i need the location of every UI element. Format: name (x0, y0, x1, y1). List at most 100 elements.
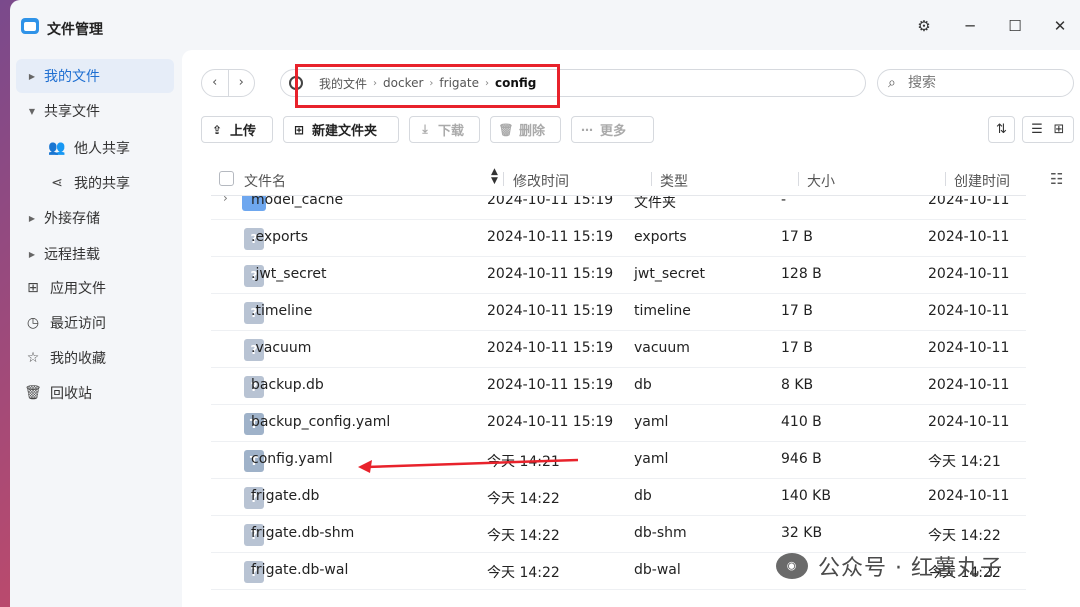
column-settings-icon[interactable]: ☷ (1050, 170, 1063, 188)
title-bar: 文件管理 ⚙ ─ ☐ ✕ (10, 0, 1080, 50)
sidebar-item-external-storage[interactable]: ▶ 外接存储 (16, 201, 174, 235)
cell-name: backup_config.yaml (251, 414, 391, 430)
trash-icon: 🗑 (498, 122, 514, 137)
cell-type: exports (634, 229, 687, 245)
cell-created: 2024-10-11 (928, 229, 1010, 245)
minimize-icon[interactable]: ─ (961, 17, 979, 35)
list-view-icon[interactable]: ☰ (1026, 117, 1048, 142)
watermark-text: 公众号 · 红薯丸子 (818, 556, 1003, 581)
column-header-size[interactable]: 大小 (807, 171, 835, 191)
refresh-icon[interactable] (289, 76, 303, 90)
column-header-modified[interactable]: 修改时间 (513, 171, 569, 191)
main-panel: ‹ › 我的文件 › docker › frigate › config ⌕ ⇪… (182, 50, 1080, 607)
cell-name: backup.db (251, 377, 324, 393)
sidebar-item-remote-mount[interactable]: ▶ 远程挂载 (16, 237, 174, 271)
cell-modified: 2024-10-11 15:19 (487, 340, 614, 356)
sidebar-item-trash[interactable]: 🗑 回收站 (16, 376, 174, 410)
maximize-icon[interactable]: ☐ (1006, 17, 1024, 35)
cell-type: db (634, 377, 652, 393)
sidebar-item-my-shares[interactable]: ⋖ 我的共享 (40, 166, 174, 200)
gear-icon[interactable]: ⚙ (915, 17, 933, 35)
cell-created: 2024-10-11 (928, 303, 1010, 319)
close-icon[interactable]: ✕ (1051, 17, 1069, 35)
cell-created: 2024-10-11 (928, 196, 1010, 208)
column-header-type[interactable]: 类型 (660, 171, 688, 191)
download-icon: ⤓ (422, 122, 428, 136)
cell-modified: 今天 14:21 (487, 454, 560, 470)
chevron-right-icon[interactable]: › (223, 196, 228, 205)
breadcrumb-item[interactable]: frigate (439, 76, 479, 90)
cell-size: 410 B (781, 414, 822, 430)
cell-created: 2024-10-11 (928, 340, 1010, 356)
upload-button[interactable]: ⇪ 上传 (201, 116, 273, 143)
cell-modified: 今天 14:22 (487, 528, 560, 544)
view-toggle[interactable]: ☰ ⊞ (1022, 116, 1074, 143)
table-row[interactable]: Tbackup_config.yaml 2024-10-11 15:19 yaml 4… (211, 405, 1026, 442)
breadcrumb-item[interactable]: 我的文件 (319, 75, 367, 92)
table-row[interactable]: ? .jwt_secret 2024-10-11 15:19 jwt_secret 12… (211, 257, 1026, 294)
cell-type: 文件夹 (634, 196, 676, 211)
cell-modified: 2024-10-11 15:19 (487, 229, 614, 245)
sidebar-item-my-files[interactable]: ▶ 我的文件 (16, 59, 174, 93)
new-folder-button[interactable]: ⊞ 新建文件夹 (283, 116, 399, 143)
column-divider[interactable] (798, 172, 799, 186)
column-header-name[interactable]: 文件名 (244, 171, 286, 191)
cell-modified: 今天 14:22 (487, 491, 560, 507)
new-folder-icon: ⊞ (293, 122, 305, 137)
cell-name: frigate.db (251, 488, 320, 504)
forward-button[interactable]: › (229, 70, 255, 96)
breadcrumb-current[interactable]: config (495, 76, 536, 90)
file-manager-icon (21, 18, 39, 34)
share-icon: ⋖ (51, 175, 63, 191)
delete-button[interactable]: 🗑 删除 (490, 116, 561, 143)
cell-created: 2024-10-11 (928, 414, 1010, 430)
table-row[interactable]: ? .vacuum 2024-10-11 15:19 vacuum 17 B 2024-1… (211, 331, 1026, 368)
table-row[interactable]: Tconfig.yaml 今天 14:21 yaml 946 B 今天 14:21 (211, 442, 1026, 479)
cell-name: config.yaml (251, 451, 333, 467)
download-button[interactable]: ⤓ 下载 (409, 116, 480, 143)
search-box[interactable]: ⌕ (877, 69, 1074, 97)
sidebar-item-app-files[interactable]: ⊞ 应用文件 (16, 271, 174, 305)
column-divider[interactable] (651, 172, 652, 186)
table-row[interactable]: ? backup.db 2024-10-11 15:19 db 8 KB 2024-10-… (211, 368, 1026, 405)
cell-size: 128 B (781, 266, 822, 282)
sort-button[interactable]: ⇅ (988, 116, 1015, 143)
sort-icon: ⇅ (996, 122, 1007, 137)
table-row[interactable]: ? .timeline 2024-10-11 15:19 timeline 17 B 20… (211, 294, 1026, 331)
sidebar-item-shared-with-me[interactable]: 👥 他人共享 (40, 131, 174, 165)
chevron-down-icon: ▼ (28, 106, 36, 116)
sidebar-item-shared-files[interactable]: ▼ 共享文件 (16, 94, 174, 128)
back-button[interactable]: ‹ (202, 70, 229, 96)
cell-modified: 2024-10-11 15:19 (487, 303, 614, 319)
column-divider[interactable] (945, 172, 946, 186)
cell-name: model_cache (251, 196, 344, 208)
cell-type: yaml (634, 414, 669, 430)
path-bar[interactable]: 我的文件 › docker › frigate › config (280, 69, 866, 97)
cell-name: .timeline (251, 303, 313, 319)
table-row[interactable]: › model_cache 2024-10-11 15:19 文件夹 - 2024-10-… (211, 196, 1026, 220)
chevron-right-icon: › (429, 77, 434, 89)
column-header-created[interactable]: 创建时间 (954, 171, 1010, 191)
cell-size: - (781, 196, 787, 208)
sidebar-item-recent[interactable]: ◷ 最近访问 (16, 306, 174, 340)
cell-size: 946 B (781, 451, 822, 467)
users-icon: 👥 (48, 140, 66, 156)
apps-icon: ⊞ (27, 280, 39, 296)
file-manager-window: 文件管理 ⚙ ─ ☐ ✕ ▶ 我的文件 ▼ 共享文件 👥 他人共享 ⋖ 我的共享… (10, 0, 1080, 607)
sort-arrows-icon[interactable]: ▲ ▼ (491, 168, 498, 186)
clock-icon: ◷ (26, 315, 40, 331)
sidebar-item-favorites[interactable]: ☆ 我的收藏 (16, 341, 174, 375)
table-row[interactable]: ? frigate.db-shm 今天 14:22 db-shm 32 KB 今天 14:… (211, 516, 1026, 553)
chevron-right-icon: › (373, 77, 378, 89)
breadcrumb-item[interactable]: docker (383, 76, 423, 90)
cell-type: yaml (634, 451, 669, 467)
table-row[interactable]: ? .exports 2024-10-11 15:19 exports 17 B 2024… (211, 220, 1026, 257)
cell-size: 17 B (781, 229, 813, 245)
column-divider[interactable] (503, 172, 504, 186)
grid-view-icon[interactable]: ⊞ (1048, 117, 1070, 142)
select-all-checkbox[interactable] (219, 171, 234, 186)
upload-icon: ⇪ (211, 122, 223, 137)
search-input[interactable] (908, 73, 1063, 93)
more-button[interactable]: ⋯ 更多 (571, 116, 654, 143)
table-row[interactable]: ? frigate.db 今天 14:22 db 140 KB 2024-10-11 (211, 479, 1026, 516)
